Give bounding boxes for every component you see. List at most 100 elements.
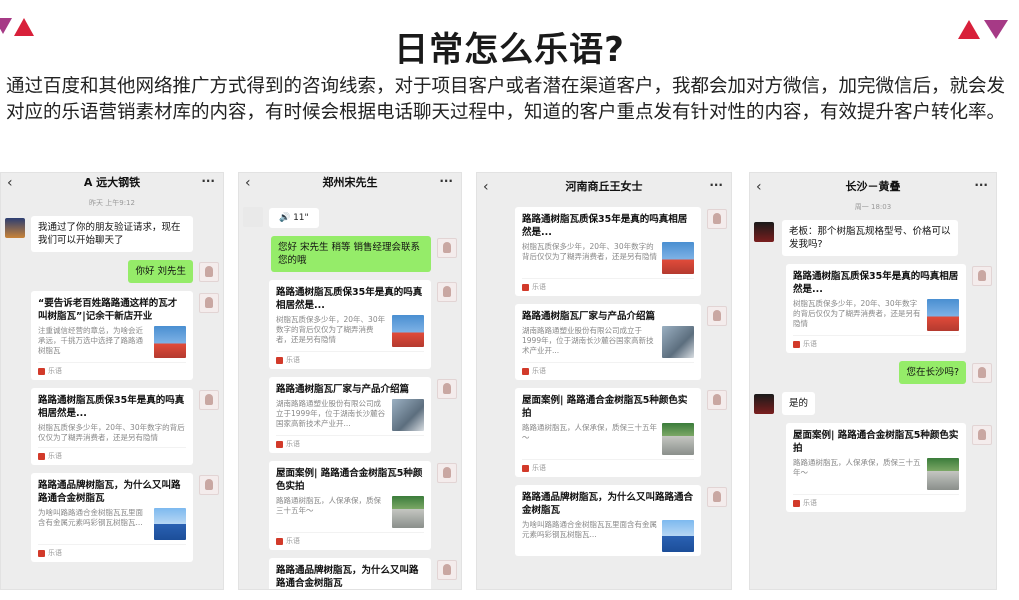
card-title: 屋面案例| 路路通合金树脂瓦5种颜色实拍 (276, 468, 423, 492)
card-source: 乐语 (532, 464, 546, 472)
chat-header: ‹ 河南商丘王女士 ··· (477, 177, 731, 199)
card-thumbnail (154, 508, 186, 540)
card-desc: 为啥叫路路通合金树脂瓦瓦里面含有金属元素吗彩钢瓦树脂瓦... (38, 508, 143, 527)
article-card[interactable]: “要告诉老百姓路路通这样的瓦才叫树脂瓦”|记余干新店开业 注重诚信经营的章总，为… (31, 291, 193, 380)
card-desc: 树脂瓦质保多少年，20年、30年数字的背后仅仅为了糊弄消费者，还是另有隐情 (522, 242, 657, 261)
self-avatar (199, 262, 219, 282)
card-source: 乐语 (286, 537, 300, 545)
more-icon[interactable]: ··· (439, 173, 453, 191)
card-desc: 湖南路路通塑业股份有限公司成立于1999年，位于湖南长沙麓谷国家高新技术产业开.… (522, 326, 654, 355)
contact-avatar (5, 218, 25, 238)
self-avatar (707, 487, 727, 507)
back-icon[interactable]: ‹ (245, 173, 251, 193)
card-source: 乐语 (532, 283, 546, 291)
chat-contact-name: A 远大钢铁 (83, 176, 141, 189)
card-source: 乐语 (48, 452, 62, 460)
card-desc: 路路通树脂瓦，人保承保，质保三十五年～ (793, 458, 921, 477)
source-logo-icon (38, 367, 45, 375)
message-row: 路路通树脂瓦质保35年是真的吗真相居然是... 树脂瓦质保多少年，20年、30年… (239, 280, 461, 369)
source-logo-icon (522, 367, 529, 375)
card-desc: 路路通树脂瓦，人保承保，质保三十五年～ (276, 496, 381, 515)
intro-paragraph: 通过百度和其他网络推广方式得到的咨询线索，对于项目客户或者潜在渠道客户，我都会加… (6, 76, 1006, 123)
card-title: 屋面案例| 路路通合金树脂瓦5种颜色实拍 (522, 395, 688, 419)
article-card[interactable]: 屋面案例| 路路通合金树脂瓦5种颜色实拍 路路通树脂瓦，人保承保，质保三十五年～… (515, 388, 701, 477)
message-row: 您在长沙吗? (750, 361, 996, 384)
source-logo-icon (276, 537, 283, 545)
more-icon[interactable]: ··· (974, 175, 988, 195)
article-card[interactable]: 路路通树脂瓦质保35年是真的吗真相居然是... 树脂瓦质保多少年，20年、30年… (515, 207, 701, 296)
self-avatar (707, 306, 727, 326)
source-logo-icon (276, 356, 283, 364)
card-desc: 树脂瓦质保多少年，20年、30年数字的背后仅仅为了糊弄消费者，还是另有隐情 (793, 299, 921, 328)
message-row: 你好 刘先生 (1, 260, 223, 283)
self-avatar (437, 282, 457, 302)
article-card[interactable]: 屋面案例| 路路通合金树脂瓦5种颜色实拍 路路通树脂瓦，人保承保，质保三十五年～… (786, 423, 966, 512)
chat-timestamp: 周一 18:03 (854, 203, 892, 211)
chat-screenshot-2: ‹ 郑州宋先生 ··· 🔊 11" 您好 宋先生 稍等 销售经理会联系您的哦 路… (238, 172, 462, 590)
card-thumbnail (927, 299, 959, 331)
card-title: 路路通品牌树脂瓦，为什么又叫路路通合金树脂瓦 (522, 492, 694, 516)
self-avatar (972, 266, 992, 286)
card-source: 乐语 (803, 340, 817, 348)
card-title: 路路通树脂瓦厂家与产品介绍篇 (276, 384, 410, 395)
more-icon[interactable]: ··· (709, 175, 723, 195)
message-row: 老板：那个树脂瓦规格型号、价格可以发我吗? (750, 220, 996, 256)
message-row: 🔊 11" (239, 205, 461, 228)
card-title: 路路通品牌树脂瓦，为什么又叫路路通合金树脂瓦 (276, 565, 419, 589)
message-bubble: 老板：那个树脂瓦规格型号、价格可以发我吗? (782, 220, 958, 256)
chat-timestamp: 昨天 上午9:12 (89, 199, 135, 207)
article-card[interactable]: 屋面案例| 路路通合金树脂瓦5种颜色实拍 路路通树脂瓦，人保承保，质保三十五年～… (269, 461, 431, 550)
message-row: 路路通品牌树脂瓦，为什么又叫路路通合金树脂瓦 为啥叫路路通合金树脂瓦瓦里面含有金… (1, 473, 223, 562)
article-card[interactable]: 路路通树脂瓦质保35年是真的吗真相居然是... 树脂瓦质保多少年，20年、30年… (786, 264, 966, 353)
message-row: “要告诉老百姓路路通这样的瓦才叫树脂瓦”|记余干新店开业 注重诚信经营的章总，为… (1, 291, 223, 380)
voice-message[interactable]: 🔊 11" (269, 208, 319, 228)
card-title: “要告诉老百姓路路通这样的瓦才叫树脂瓦”|记余干新店开业 (38, 298, 178, 322)
card-thumbnail (927, 458, 959, 490)
back-icon[interactable]: ‹ (483, 177, 489, 197)
message-row: 屋面案例| 路路通合金树脂瓦5种颜色实拍 路路通树脂瓦，人保承保，质保三十五年～… (239, 461, 461, 550)
article-card[interactable]: 路路通树脂瓦厂家与产品介绍篇 湖南路路通塑业股份有限公司成立于1999年，位于湖… (269, 377, 431, 453)
message-row: 路路通树脂瓦质保35年是真的吗真相居然是... 树脂瓦质保多少年，20年、30年… (477, 207, 731, 296)
card-desc: 树脂瓦质保多少年，20年、30年数字的背后仅仅为了糊弄消费者，还是另有隐情 (38, 423, 185, 442)
card-thumbnail (662, 423, 694, 455)
message-bubble: 是的 (782, 392, 816, 415)
self-avatar (437, 560, 457, 580)
article-card[interactable]: 路路通树脂瓦质保35年是真的吗真相居然是... 树脂瓦质保多少年，20年、30年… (31, 388, 193, 465)
card-source: 乐语 (532, 367, 546, 375)
self-avatar (437, 379, 457, 399)
card-thumbnail (392, 399, 424, 431)
source-logo-icon (38, 549, 45, 557)
contact-avatar (754, 222, 774, 242)
contact-avatar (243, 207, 263, 227)
card-thumbnail (392, 496, 424, 528)
card-source: 乐语 (48, 367, 62, 375)
article-card[interactable]: 路路通树脂瓦厂家与产品介绍篇 湖南路路通塑业股份有限公司成立于1999年，位于湖… (515, 304, 701, 380)
message-row: 路路通树脂瓦厂家与产品介绍篇 湖南路路通塑业股份有限公司成立于1999年，位于湖… (477, 304, 731, 380)
back-icon[interactable]: ‹ (756, 177, 762, 197)
message-bubble-sent: 您在长沙吗? (899, 361, 966, 384)
self-avatar (437, 463, 457, 483)
back-icon[interactable]: ‹ (7, 173, 13, 193)
self-avatar (199, 390, 219, 410)
article-card[interactable]: 路路通树脂瓦质保35年是真的吗真相居然是... 树脂瓦质保多少年，20年、30年… (269, 280, 431, 369)
source-logo-icon (522, 464, 529, 472)
article-card[interactable]: 路路通品牌树脂瓦，为什么又叫路路通合金树脂瓦 为啥叫路路通合金树脂瓦瓦里面含有金… (515, 485, 701, 556)
message-row: 路路通树脂瓦质保35年是真的吗真相居然是... 树脂瓦质保多少年，20年、30年… (750, 264, 996, 353)
self-avatar (707, 390, 727, 410)
card-desc: 为啥叫路路通合金树脂瓦瓦里面含有金属元素吗彩钢瓦树脂瓦... (522, 520, 657, 539)
chat-screenshot-3: ‹ 河南商丘王女士 ··· 路路通树脂瓦质保35年是真的吗真相居然是... 树脂… (476, 172, 732, 590)
card-title: 路路通树脂瓦质保35年是真的吗真相居然是... (793, 271, 959, 295)
card-desc: 树脂瓦质保多少年，20年、30年数字的背后仅仅为了糊弄消费者，还是另有隐情 (276, 315, 386, 344)
article-card[interactable]: 路路通品牌树脂瓦，为什么又叫路路通合金树脂瓦 为啥叫路路通合金树脂瓦瓦里面含有金… (269, 558, 431, 589)
article-card[interactable]: 路路通品牌树脂瓦，为什么又叫路路通合金树脂瓦 为啥叫路路通合金树脂瓦瓦里面含有金… (31, 473, 193, 562)
card-title: 路路通树脂瓦质保35年是真的吗真相居然是... (38, 395, 185, 419)
message-row: 路路通树脂瓦质保35年是真的吗真相居然是... 树脂瓦质保多少年，20年、30年… (1, 388, 223, 465)
chat-contact-name: 郑州宋先生 (322, 176, 378, 189)
message-row: 我通过了你的朋友验证请求，现在我们可以开始聊天了 (1, 216, 223, 252)
chat-screenshot-4: ‹ 长沙－黄叠 ··· 周一 18:03 老板：那个树脂瓦规格型号、价格可以发我… (749, 172, 997, 590)
card-title: 路路通品牌树脂瓦，为什么又叫路路通合金树脂瓦 (38, 480, 181, 504)
card-desc: 湖南路路通塑业股份有限公司成立于1999年，位于湖南长沙麓谷国家高新技术产业开.… (276, 399, 386, 428)
more-icon[interactable]: ··· (201, 173, 215, 191)
source-logo-icon (522, 283, 529, 291)
card-source: 乐语 (286, 440, 300, 448)
